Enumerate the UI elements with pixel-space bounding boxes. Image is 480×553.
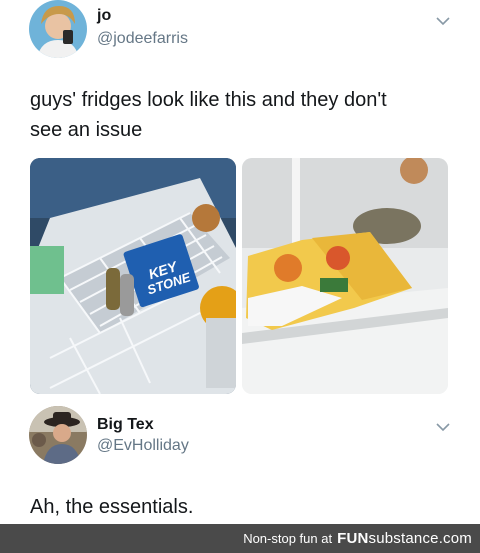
tweet-text: guys' fridges look like this and they do… xyxy=(30,85,387,145)
freezer-chips-image xyxy=(242,158,448,394)
user-handle[interactable]: @jodeefarris xyxy=(97,30,188,48)
site-footer: Non-stop fun at FUNsubstance.com xyxy=(0,524,480,553)
tweet-1: jo @jodeefarris guys' fridges look like … xyxy=(0,0,480,150)
display-name[interactable]: jo xyxy=(97,7,111,25)
photo-fridge-shelf[interactable]: KEY STONE xyxy=(30,158,236,394)
avatar-big-tex[interactable] xyxy=(29,406,87,464)
tweet-text-line-1: guys' fridges look like this and they do… xyxy=(30,89,387,111)
user-handle[interactable]: @EvHolliday xyxy=(97,437,189,455)
tweet-2: Big Tex @EvHolliday Ah, the essentials. xyxy=(0,400,480,524)
display-name[interactable]: Big Tex xyxy=(97,416,154,434)
tweet-text: Ah, the essentials. xyxy=(30,496,194,518)
chevron-down-icon[interactable] xyxy=(436,422,450,432)
tweet-text-line-2: see an issue xyxy=(30,119,143,141)
photo-freezer-chips[interactable] xyxy=(242,158,448,394)
footer-brand[interactable]: FUNsubstance.com xyxy=(337,530,472,547)
footer-tagline: Non-stop fun at xyxy=(243,531,333,546)
chevron-down-icon[interactable] xyxy=(436,16,450,26)
avatar-jo-image xyxy=(29,0,87,58)
avatar-jo[interactable] xyxy=(29,0,87,58)
footer-brand-bold: FUN xyxy=(337,530,369,547)
fridge-shelf-image: KEY STONE xyxy=(30,158,236,394)
avatar-big-tex-image xyxy=(29,406,87,464)
footer-brand-rest: substance.com xyxy=(368,530,472,547)
